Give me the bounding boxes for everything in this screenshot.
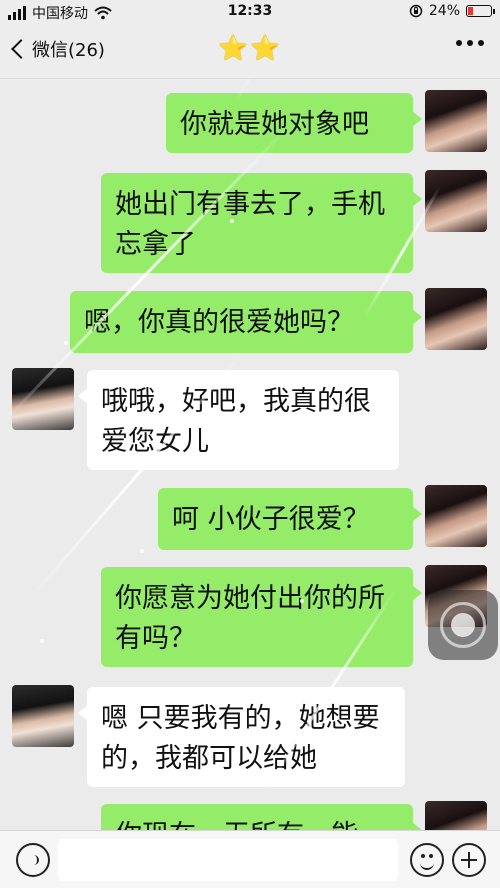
message-bubble-incoming[interactable]: 嗯 只要我有的，她想要的，我都可以给她 bbox=[78, 687, 405, 787]
chat-area[interactable]: 你就是她对象吧 她出门有事去了，手机忘拿了 嗯，你真的很爱她吗？ 哦哦，好吧，我… bbox=[0, 79, 500, 830]
plus-icon[interactable] bbox=[452, 843, 486, 877]
orientation-lock-icon bbox=[409, 4, 423, 18]
avatar[interactable] bbox=[12, 685, 74, 747]
battery-fill bbox=[468, 7, 473, 15]
message-bubble-outgoing[interactable]: 呵 小伙子很爱？ bbox=[158, 488, 422, 550]
message-bubble-outgoing[interactable]: 你愿意为她付出你的所有吗？ bbox=[101, 567, 422, 667]
message-bubble-outgoing[interactable]: 嗯，你真的很爱她吗？ bbox=[70, 291, 422, 353]
chat-title: ⭐⭐ bbox=[218, 34, 282, 62]
chat-screen: 中国移动 12:33 24% 微信(26) ⭐⭐ 你就是她对象吧 她出门有事去了… bbox=[0, 0, 500, 888]
nav-bar: 微信(26) ⭐⭐ bbox=[0, 24, 500, 79]
avatar[interactable] bbox=[425, 801, 487, 830]
avatar[interactable] bbox=[425, 485, 487, 547]
battery-percent: 24% bbox=[428, 3, 460, 19]
input-bar bbox=[0, 830, 500, 888]
sparkle-dot bbox=[40, 639, 44, 643]
message-input[interactable] bbox=[58, 839, 398, 881]
message-bubble-outgoing[interactable]: 你现在一无所有，能 bbox=[101, 804, 422, 830]
emoji-icon[interactable] bbox=[410, 843, 444, 877]
voice-icon[interactable] bbox=[16, 843, 50, 877]
avatar[interactable] bbox=[12, 368, 74, 430]
battery-icon bbox=[466, 5, 495, 17]
status-bar: 中国移动 12:33 24% bbox=[0, 0, 500, 24]
assistive-touch-button[interactable] bbox=[428, 590, 498, 660]
avatar[interactable] bbox=[425, 90, 487, 152]
message-bubble-incoming[interactable]: 哦哦，好吧，我真的很爱您女儿 bbox=[78, 370, 399, 470]
sparkle-dot bbox=[140, 549, 144, 553]
more-icon[interactable] bbox=[456, 40, 484, 46]
message-bubble-outgoing[interactable]: 她出门有事去了，手机忘拿了 bbox=[101, 173, 422, 273]
message-bubble-outgoing[interactable]: 你就是她对象吧 bbox=[166, 93, 422, 153]
avatar[interactable] bbox=[425, 170, 487, 232]
avatar[interactable] bbox=[425, 288, 487, 350]
sparkle-dot bbox=[64, 341, 68, 345]
